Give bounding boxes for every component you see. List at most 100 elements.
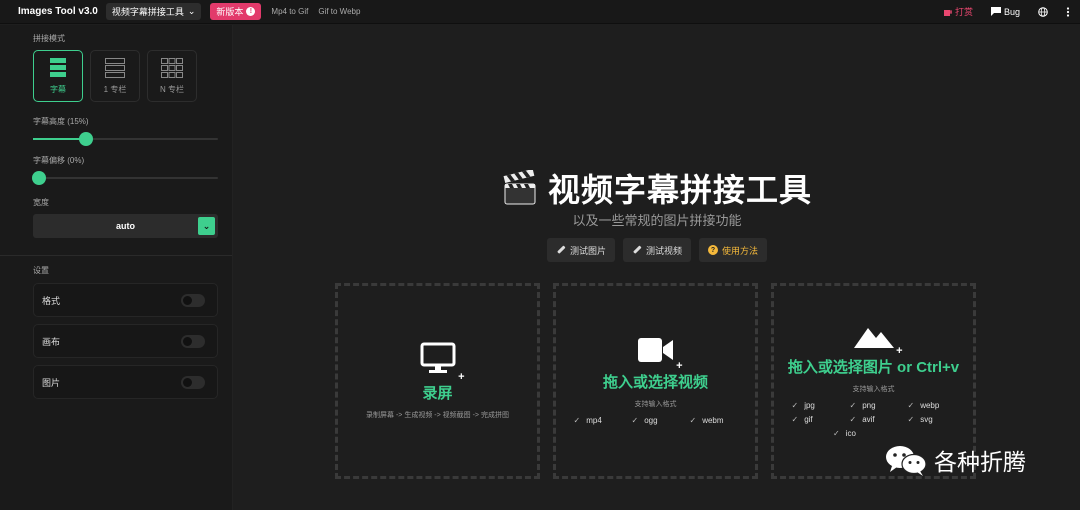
format-item: ✓ avif bbox=[850, 415, 898, 424]
chevron-down-icon: ⌄ bbox=[187, 6, 196, 16]
top-bar: Images Tool v3.0 视频字幕拼接工具 ⌄ 新版本 ! Mp4 to… bbox=[0, 0, 1080, 24]
video-desc: 支持输入格式 bbox=[634, 401, 677, 408]
wechat-icon bbox=[886, 446, 927, 476]
format-label: jpg bbox=[804, 401, 815, 410]
app-title: Images Tool v3.0 bbox=[18, 6, 98, 17]
help-button[interactable]: ? 使用方法 bbox=[699, 238, 768, 262]
check-icon: ✓ bbox=[631, 416, 639, 425]
language-button[interactable] bbox=[1038, 6, 1048, 17]
check-icon: ✓ bbox=[689, 416, 697, 425]
mode-subtitle-label: 字幕 bbox=[50, 84, 66, 94]
watermark: 各种折腾 bbox=[884, 443, 1026, 477]
list-icon bbox=[105, 57, 125, 78]
video-formats: ✓ mp4 ✓ ogg ✓ webm bbox=[574, 416, 738, 425]
new-version-button[interactable]: 新版本 ! bbox=[210, 3, 262, 20]
format-item: ✓ webp bbox=[908, 401, 956, 410]
more-menu-button[interactable] bbox=[1066, 6, 1070, 17]
globe-icon bbox=[1038, 6, 1048, 17]
message-icon bbox=[990, 7, 1001, 16]
mode-n-column[interactable]: N 专栏 bbox=[147, 50, 197, 102]
setting-format-label: 格式 bbox=[42, 295, 61, 306]
watermark-text: 各种折腾 bbox=[934, 449, 1026, 475]
format-item: ✓ mp4 bbox=[574, 416, 622, 425]
format-item: ✓ jpg bbox=[792, 401, 840, 410]
mode-label: 拼接模式 bbox=[33, 34, 65, 43]
reward-button[interactable]: 打赏 bbox=[943, 5, 973, 18]
format-label: ogg bbox=[644, 416, 658, 425]
format-label: svg bbox=[920, 415, 933, 424]
width-select[interactable]: auto ⌄ bbox=[33, 214, 218, 238]
check-icon: ✓ bbox=[907, 415, 915, 424]
record-title: 录屏 bbox=[422, 385, 453, 402]
setting-canvas[interactable]: 画布 bbox=[33, 324, 218, 358]
plus-icon: + bbox=[458, 371, 465, 383]
mode-n-column-label: N 专栏 bbox=[160, 84, 184, 94]
check-icon: ✓ bbox=[907, 401, 915, 410]
format-label: gif bbox=[804, 415, 813, 424]
image-title: 拖入或选择图片 or Ctrl+v bbox=[787, 359, 960, 376]
setting-image[interactable]: 图片 bbox=[33, 365, 218, 399]
format-item: ✓ gif bbox=[792, 415, 840, 424]
mountain-icon bbox=[853, 328, 894, 348]
main-area: 视频字幕拼接工具 以及一些常规的图片拼接功能 测试图片 测试视频 ? 使用方法 … bbox=[234, 25, 1080, 510]
video-camera-icon bbox=[637, 338, 673, 362]
format-item: ✓ svg bbox=[908, 415, 956, 424]
format-item: ✓ ico bbox=[792, 429, 898, 438]
toggle-knob bbox=[183, 377, 192, 387]
slider-handle[interactable] bbox=[31, 171, 46, 185]
video-title: 拖入或选择视频 bbox=[602, 374, 708, 391]
setting-format[interactable]: 格式 bbox=[33, 283, 218, 317]
action-buttons: 测试图片 测试视频 ? 使用方法 bbox=[234, 238, 1080, 262]
video-drop-zone[interactable]: + 拖入或选择视频 支持输入格式 ✓ mp4 ✓ ogg ✓ webm bbox=[553, 283, 758, 479]
setting-image-toggle[interactable] bbox=[181, 375, 205, 389]
bug-label: Bug bbox=[1003, 6, 1020, 17]
image-icon-wrap: + bbox=[853, 324, 903, 357]
more-vertical-icon bbox=[1066, 6, 1070, 17]
mode-subtitle[interactable]: 字幕 bbox=[33, 50, 83, 102]
subtitle-height-slider[interactable] bbox=[33, 132, 218, 146]
format-label: ico bbox=[845, 429, 856, 438]
format-label: webp bbox=[920, 401, 940, 410]
format-item: ✓ ogg bbox=[632, 416, 680, 425]
reward-label: 打赏 bbox=[954, 7, 973, 17]
record-panel[interactable]: + 录屏 录制屏幕 -> 生成视频 -> 视频截图 -> 完成拼图 bbox=[335, 283, 540, 479]
setting-image-label: 图片 bbox=[42, 377, 61, 388]
settings-label: 设置 bbox=[33, 266, 49, 275]
subtitle-offset-slider[interactable] bbox=[31, 171, 218, 185]
test-video-button[interactable]: 测试视频 bbox=[622, 238, 691, 262]
video-icon-wrap: + bbox=[637, 337, 683, 372]
setting-canvas-label: 画布 bbox=[42, 336, 61, 347]
help-label: 使用方法 bbox=[722, 245, 759, 256]
slider-handle[interactable] bbox=[78, 132, 93, 146]
setting-canvas-toggle[interactable] bbox=[181, 334, 205, 348]
alert-icon: ! bbox=[246, 7, 256, 16]
width-label: 宽度 bbox=[33, 198, 49, 207]
tool-select-label: 视频字幕拼接工具 bbox=[111, 7, 184, 17]
monitor-icon bbox=[420, 342, 455, 373]
subtitle-height-label: 字幕高度 (15%) bbox=[33, 117, 89, 126]
bug-button[interactable]: Bug bbox=[990, 6, 1020, 17]
tool-select[interactable]: 视频字幕拼接工具 ⌄ bbox=[105, 3, 202, 20]
new-version-label: 新版本 bbox=[216, 7, 244, 17]
link-gif-to-webp[interactable]: Gif to Webp bbox=[318, 7, 360, 16]
coffee-icon bbox=[943, 9, 952, 16]
mode-group: 字幕 1 专栏 N 专栏 bbox=[33, 50, 218, 102]
test-image-button[interactable]: 测试图片 bbox=[546, 238, 615, 262]
image-desc: 支持输入格式 bbox=[852, 386, 895, 393]
flask-icon bbox=[633, 245, 642, 254]
check-icon: ✓ bbox=[791, 401, 799, 410]
check-icon: ✓ bbox=[791, 415, 799, 424]
record-desc: 录制屏幕 -> 生成视频 -> 视频截图 -> 完成拼图 bbox=[366, 412, 509, 419]
hero: 视频字幕拼接工具 bbox=[234, 165, 1080, 211]
check-icon: ✓ bbox=[849, 415, 857, 424]
check-icon: ✓ bbox=[849, 401, 857, 410]
link-mp4-to-gif[interactable]: Mp4 to Gif bbox=[271, 7, 308, 16]
toggle-knob bbox=[183, 336, 192, 346]
check-icon: ✓ bbox=[573, 416, 581, 425]
format-label: avif bbox=[862, 415, 875, 424]
chevron-down-icon[interactable]: ⌄ bbox=[198, 217, 215, 235]
format-label: png bbox=[862, 401, 876, 410]
subtitle-offset-label: 字幕偏移 (0%) bbox=[33, 156, 85, 165]
mode-one-column[interactable]: 1 专栏 bbox=[90, 50, 140, 102]
setting-format-toggle[interactable] bbox=[181, 293, 205, 307]
